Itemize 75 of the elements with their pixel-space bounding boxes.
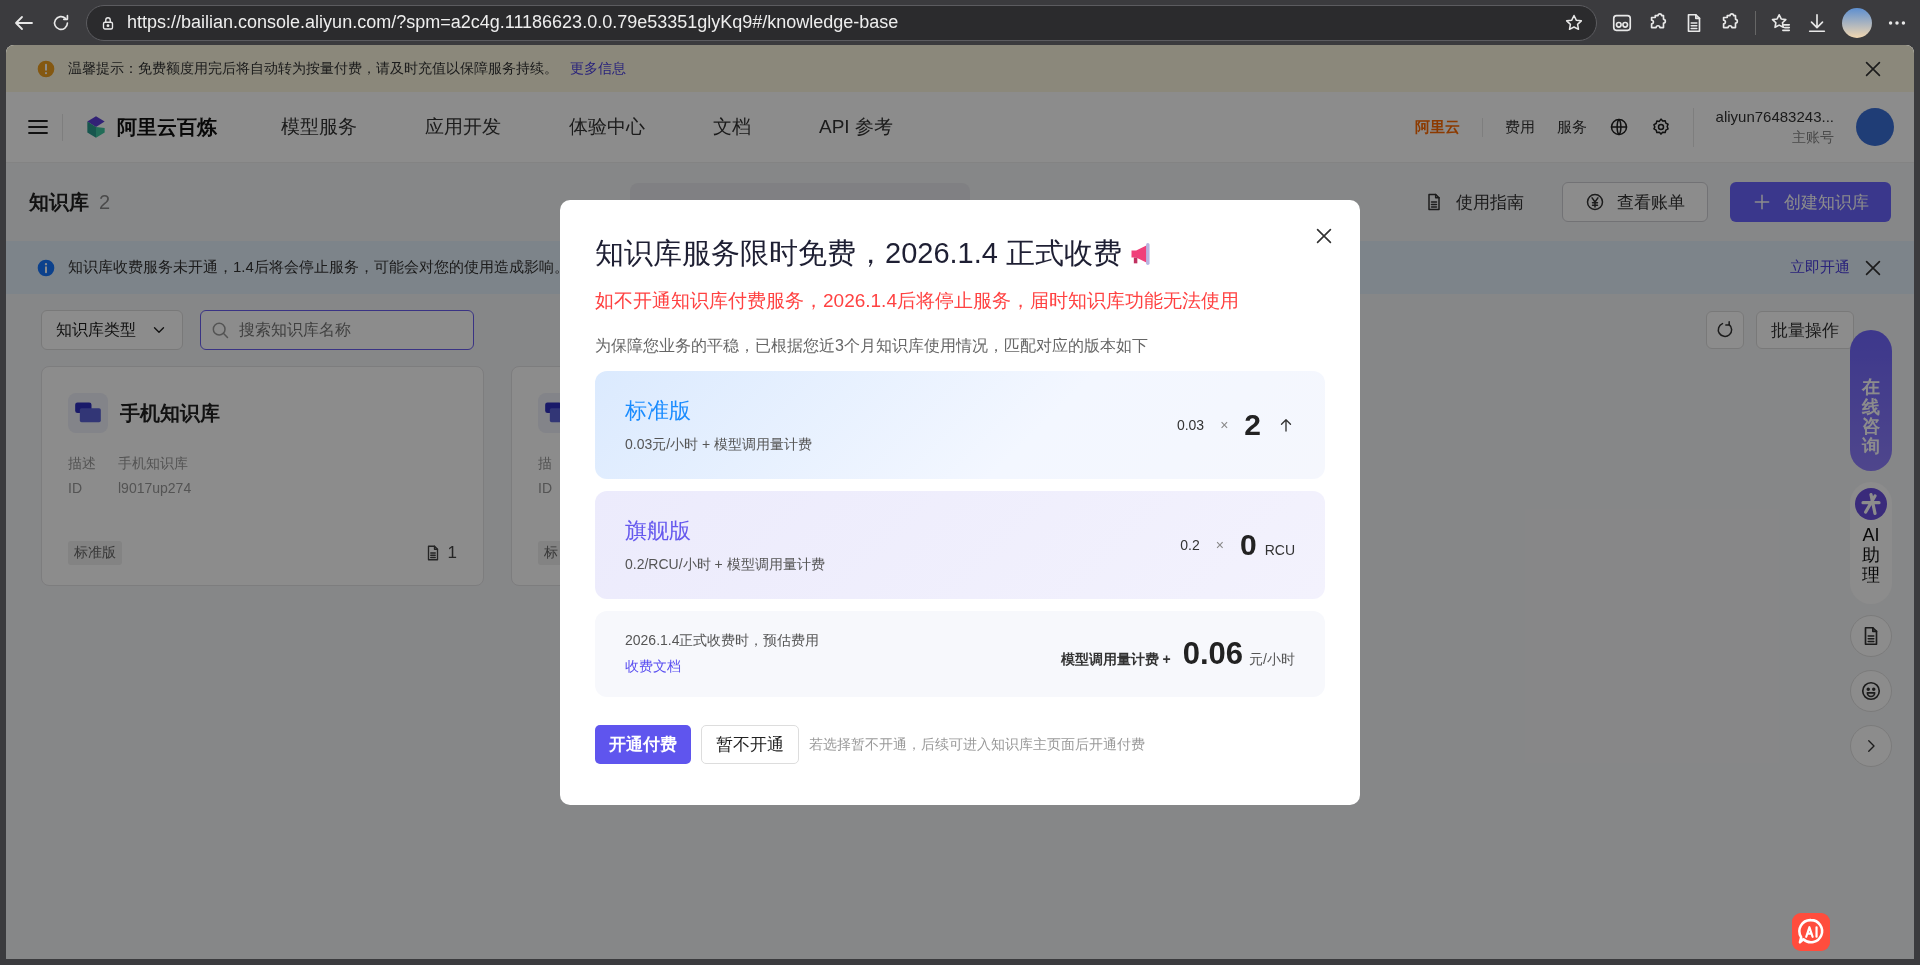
usage-fee-label: 模型调用量计费 + <box>1060 651 1171 669</box>
plan-price: 0.03元/小时 + 模型调用量计费 <box>625 436 813 454</box>
refresh-icon <box>1715 320 1735 340</box>
unit-rate: 0.03 <box>1176 417 1205 433</box>
consult-tab[interactable]: 在线咨询 <box>1850 330 1892 471</box>
warning-icon <box>36 58 56 79</box>
account-name[interactable]: aliyun76483243... <box>1715 107 1834 125</box>
profile-avatar[interactable] <box>1842 7 1872 38</box>
yen-icon <box>1585 192 1605 212</box>
field-label: 描述 <box>68 454 97 473</box>
field-value: l9017up274 <box>118 479 192 498</box>
page-title: 知识库 <box>29 189 89 215</box>
field-label: ID <box>538 479 553 498</box>
nav-item[interactable]: 应用开发 <box>391 114 535 140</box>
type-select[interactable]: 知识库类型 <box>41 310 183 350</box>
estimated-amount: 0.06 <box>1182 636 1244 672</box>
url-text: https://bailian.console.aliyun.com/?spm=a2c4g.11186623.0.0.79e53351glyKq9#/knowledge-base <box>127 12 900 33</box>
activate-button[interactable]: 开通付费 <box>595 725 691 764</box>
unit-label: RCU <box>1264 542 1295 558</box>
assistant-tab[interactable]: AI助理 <box>1850 482 1892 604</box>
account-role: 主账号 <box>1792 128 1834 147</box>
more-info-link[interactable]: 更多信息 <box>570 59 626 78</box>
amount-unit: 元/小时 <box>1249 651 1295 669</box>
dialog-title: 知识库服务限时免费，2026.1.4 正式收费 <box>595 236 1122 271</box>
document-button[interactable] <box>1850 615 1892 657</box>
estimate-label: 2026.1.4正式收费时，预估费用 <box>625 632 820 650</box>
plan-name: 旗舰版 <box>625 517 692 545</box>
feedback-button[interactable] <box>1850 670 1892 712</box>
unit-rate: 0.2 <box>1180 537 1200 553</box>
multiply-sign: × <box>1220 417 1229 433</box>
edition-tag: 标准版 <box>68 541 122 565</box>
guide-link[interactable]: 使用指南 <box>1408 182 1540 222</box>
intro-text: 为保障您业务的平稳，已根据您近3个月知识库使用情况，匹配对应的版本如下 <box>595 336 1149 356</box>
settings-icon[interactable] <box>1650 117 1671 137</box>
quantity: 0 <box>1239 528 1257 562</box>
assistant-icon <box>1855 488 1887 520</box>
language-icon[interactable] <box>1608 117 1629 137</box>
nav-link[interactable]: 费用 <box>1504 117 1535 137</box>
plan-name: 标准版 <box>625 397 692 425</box>
decline-button[interactable]: 暂不开通 <box>701 725 799 764</box>
nav-item[interactable]: 文档 <box>679 114 785 140</box>
quantity: 2 <box>1244 408 1261 442</box>
nav-item[interactable]: 体验中心 <box>535 114 679 140</box>
field-label: 描 <box>538 454 553 473</box>
alert-text: 知识库收费服务未开通，1.4后将会停止服务，可能会对您的使用造成影响。 <box>68 258 569 277</box>
plan-price: 0.2/RCU/小时 + 模型调用量计费 <box>625 556 825 574</box>
nav-item[interactable]: 模型服务 <box>247 114 391 140</box>
note-text: 若选择暂不开通，后续可进入知识库主页面后开通付费 <box>809 735 1145 754</box>
item-count: 2 <box>99 190 111 214</box>
warning-text: 如不开通知识库付费服务，2026.1.4后将停止服务，届时知识库功能无法使用 <box>595 289 1240 313</box>
document-count: 1 <box>447 543 457 563</box>
ai-chat-icon[interactable] <box>1792 913 1830 951</box>
pricing-doc-link[interactable]: 收费文档 <box>625 658 820 676</box>
notice-text: 温馨提示：免费额度用完后将自动转为按量付费，请及时充值以保障服务持续。 <box>68 59 558 78</box>
nav-item[interactable]: API 参考 <box>785 114 927 140</box>
nav-link[interactable]: 服务 <box>1556 117 1587 137</box>
address-bar[interactable]: https://bailian.console.aliyun.com/?spm=a2c4g.11186623.0.0.79e53351glyKq9#/knowledge-base <box>86 4 1597 41</box>
smiley-icon <box>1860 680 1882 702</box>
card-title: 手机知识库 <box>120 400 220 426</box>
search-field[interactable]: 搜索知识库名称 <box>200 310 474 350</box>
user-avatar[interactable] <box>1856 108 1894 146</box>
multiply-sign: × <box>1215 537 1224 553</box>
batch-button[interactable]: 批量操作 <box>1756 311 1854 349</box>
favorites-icon[interactable] <box>1770 11 1792 34</box>
create-button[interactable]: 创建知识库 <box>1730 182 1891 222</box>
download-icon[interactable] <box>1806 11 1828 34</box>
bill-button[interactable]: 查看账单 <box>1562 182 1708 222</box>
plus-icon <box>1752 192 1772 212</box>
activate-link[interactable]: 立即开通 <box>1790 258 1850 277</box>
refresh-button[interactable] <box>1706 311 1744 349</box>
field-label: ID <box>68 479 83 498</box>
info-icon <box>36 257 56 278</box>
knowledge-base-icon <box>68 393 108 433</box>
brand-name[interactable]: 阿里云百炼 <box>117 113 217 141</box>
star-icon[interactable] <box>1564 12 1584 33</box>
